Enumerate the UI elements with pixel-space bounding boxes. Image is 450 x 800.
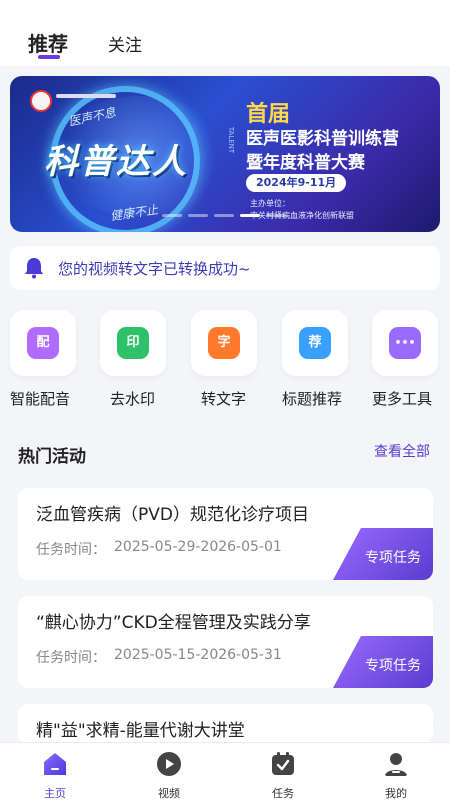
tool-label: 去水印 [110,390,156,408]
tool-tile[interactable]: 配 [10,310,76,376]
activity-title: “麒心协力”CKD全程管理及实践分享 [36,613,311,633]
task-icon [272,752,294,775]
tab-recommend[interactable]: 推荐 [28,28,68,57]
notification-bar[interactable]: 您的视频转文字已转换成功~ [10,246,440,290]
view-all-link[interactable]: 查看全部 [374,441,430,461]
tool-shortcuts: 配 智能配音 印 去水印 字 转文字 荐 标题推荐 ••• 更多工具 [0,310,450,420]
organizer-logo-text [56,94,116,98]
activity-title: 精"益"求精-能量代谢大讲堂 [36,721,245,741]
active-tab-indicator [38,55,60,59]
bottom-navigation: 主页 视频 任务 我的 [0,742,450,800]
nav-task[interactable]: 任务 [255,747,311,800]
tool-label: 智能配音 [10,390,71,408]
activity-time-value: 2025-05-29-2026-05-01 [114,539,282,555]
video-icon [157,752,181,776]
activity-tag: 专项任务 [365,658,421,674]
banner-title-line1: 医声医影科普训练营 [246,129,399,149]
tool-tile[interactable]: 荐 [282,310,348,376]
tool-tile[interactable]: 印 [100,310,166,376]
tool-smart-dubbing[interactable]: 配 智能配音 [10,310,90,409]
nav-video[interactable]: 视频 [141,747,197,800]
activity-card[interactable]: 泛血管疾病（PVD）规范化诊疗项目 任务时间： 2025-05-29-2026-… [18,488,433,580]
organizer-logo [30,90,52,112]
nav-label: 我的 [385,787,407,800]
bell-icon [25,258,43,279]
tool-speech-to-text[interactable]: 字 转文字 [191,310,271,409]
activity-title: 泛血管疾病（PVD）规范化诊疗项目 [36,505,309,525]
activity-time-label: 任务时间： [36,542,106,558]
banner-page-dot[interactable] [240,214,260,217]
nav-home[interactable]: 主页 [27,747,83,800]
banner-pagination[interactable] [162,214,286,217]
hot-activities-title: 热门活动 [18,447,86,467]
nav-label: 任务 [272,787,294,800]
activity-time-value: 2025-05-15-2026-05-31 [114,647,282,663]
profile-icon [385,753,407,776]
banner-title-line2: 暨年度科普大赛 [246,153,365,173]
title-recommend-icon: 荐 [299,327,331,359]
banner-page-dot[interactable] [266,214,286,217]
tool-label: 标题推荐 [282,390,343,408]
tool-label: 转文字 [201,390,247,408]
banner-talent-text: TALENT [227,126,236,154]
notification-text: 您的视频转文字已转换成功~ [58,260,251,278]
activity-time-label: 任务时间： [36,650,106,666]
tool-remove-watermark[interactable]: 印 去水印 [100,310,180,409]
speech-to-text-icon: 字 [208,327,240,359]
tool-title-recommend[interactable]: 荐 标题推荐 [282,310,362,409]
activity-card[interactable]: 精"益"求精-能量代谢大讲堂 [18,704,433,744]
nav-label: 视频 [158,787,180,800]
tool-tile[interactable]: 字 [191,310,257,376]
banner-kepu-title: 科普达人 [44,142,188,182]
watermark-remove-icon: 印 [117,327,149,359]
tool-more[interactable]: ••• 更多工具 [372,310,450,409]
banner-page-dot[interactable] [214,214,234,217]
tab-follow[interactable]: 关注 [108,31,142,56]
nav-label: 主页 [44,787,66,800]
activity-card[interactable]: “麒心协力”CKD全程管理及实践分享 任务时间： 2025-05-15-2026… [18,596,433,688]
tool-tile[interactable]: ••• [372,310,438,376]
activity-tag: 专项任务 [365,550,421,566]
home-icon [44,753,66,775]
tool-label: 更多工具 [372,390,433,408]
more-tools-icon: ••• [389,327,421,359]
promo-banner[interactable]: 医声不息 科普达人 健康不止 TALENT 首届 医声医影科普训练营 暨年度科普… [10,76,440,232]
voice-dubbing-icon: 配 [27,327,59,359]
nav-profile[interactable]: 我的 [368,747,424,800]
banner-page-dot[interactable] [188,214,208,217]
banner-page-dot[interactable] [162,214,182,217]
top-tab-bar: 推荐 关注 [0,0,450,66]
banner-date-pill: 2024年9-11月 [246,174,347,192]
banner-host-label: 主办单位： [250,199,290,208]
